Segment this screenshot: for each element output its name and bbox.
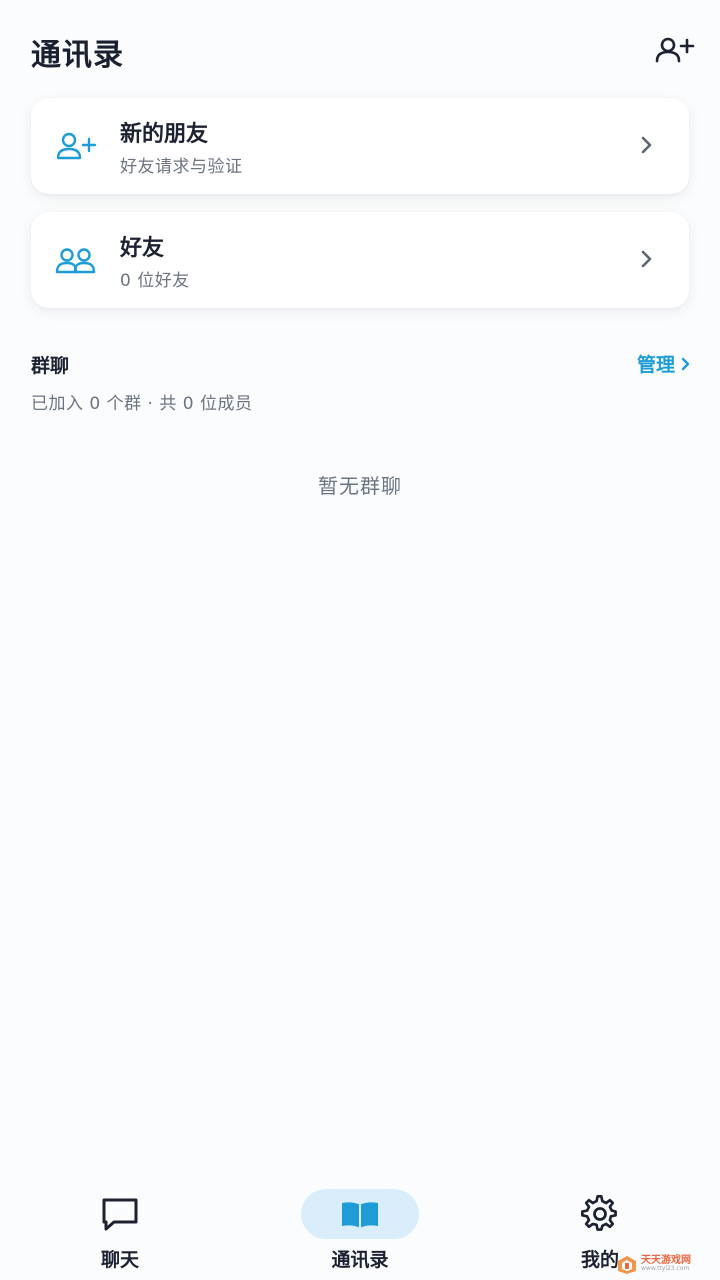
chat-bubble-icon bbox=[102, 1198, 138, 1231]
page-title: 通讯录 bbox=[31, 38, 124, 73]
add-contact-button[interactable] bbox=[652, 30, 698, 70]
contacts-screen: 通讯录 新的朋友 好友请求与验证 好友 0 位好友 群聊 管理 已加入 0 个群… bbox=[0, 0, 720, 1280]
nav-item-chat[interactable]: 聊天 bbox=[50, 1175, 190, 1275]
header: 通讯录 bbox=[0, 0, 720, 96]
nav-icon-container bbox=[61, 1189, 179, 1239]
nav-label-chat: 聊天 bbox=[100, 1249, 139, 1271]
groups-stats: 已加入 0 个群 · 共 0 位成员 bbox=[31, 394, 253, 414]
chevron-right-icon bbox=[639, 134, 655, 156]
new-friends-card[interactable]: 新的朋友 好友请求与验证 bbox=[31, 98, 689, 194]
watermark-icon bbox=[618, 1256, 636, 1274]
manage-groups-label: 管理 bbox=[636, 354, 675, 376]
bottom-nav: 聊天 通讯录 我的 bbox=[0, 1175, 720, 1280]
watermark-en: www.ttyl23.com bbox=[641, 1265, 690, 1272]
watermark-text: 天天游戏网 www.ttyl23.com bbox=[641, 1256, 691, 1272]
groups-section-title: 群聊 bbox=[31, 355, 70, 377]
friends-card[interactable]: 好友 0 位好友 bbox=[31, 212, 689, 308]
watermark-logo: 天天游戏网 www.ttyl23.com bbox=[616, 1252, 714, 1276]
people-icon bbox=[55, 242, 97, 278]
chevron-right-icon bbox=[681, 357, 690, 370]
groups-empty-state: 暂无群聊 bbox=[318, 474, 402, 498]
nav-label-contacts: 通讯录 bbox=[331, 1249, 389, 1271]
nav-icon-container-active bbox=[301, 1189, 419, 1239]
gear-icon bbox=[581, 1195, 617, 1231]
chevron-right-icon bbox=[639, 248, 655, 270]
manage-groups-link[interactable]: 管理 bbox=[637, 350, 690, 377]
nav-item-contacts[interactable]: 通讯录 bbox=[290, 1175, 430, 1275]
friends-count: 0 位好友 bbox=[120, 271, 190, 291]
book-icon bbox=[342, 1202, 378, 1228]
nav-icon-container bbox=[541, 1189, 659, 1239]
person-add-icon bbox=[655, 37, 695, 63]
new-friends-subtitle: 好友请求与验证 bbox=[120, 157, 243, 177]
friends-title: 好友 bbox=[120, 236, 165, 261]
new-friends-title: 新的朋友 bbox=[120, 122, 209, 147]
person-add-icon bbox=[55, 128, 97, 164]
